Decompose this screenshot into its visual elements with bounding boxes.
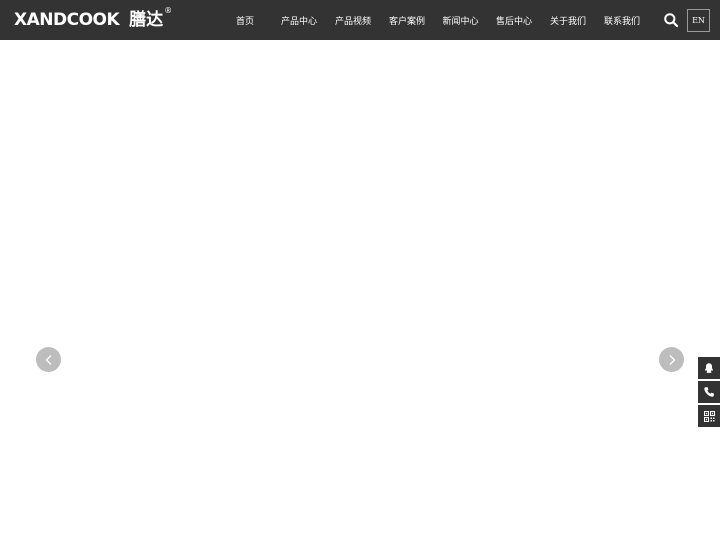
carousel-next-button[interactable] xyxy=(659,347,684,372)
side-float-toolbar xyxy=(698,357,720,429)
qq-icon xyxy=(705,363,713,373)
nav-item-cases[interactable]: 客户案例 xyxy=(380,14,434,27)
hero-carousel xyxy=(0,40,720,540)
nav-item-contact[interactable]: 联系我们 xyxy=(595,14,649,27)
search-button[interactable] xyxy=(663,12,679,28)
language-switch-button[interactable]: EN xyxy=(687,9,710,32)
page: XANDCOOK 膳达 ® 首页 产品中心 产品视频 客户案例 新闻中心 售后中… xyxy=(0,0,720,540)
nav-item-after-sales[interactable]: 售后中心 xyxy=(487,14,541,27)
logo-chinese-name: 膳达 xyxy=(129,10,164,30)
header-bar: XANDCOOK 膳达 ® 首页 产品中心 产品视频 客户案例 新闻中心 售后中… xyxy=(0,0,720,40)
chevron-left-icon xyxy=(45,354,51,365)
chevron-right-icon xyxy=(669,354,675,365)
site-logo[interactable]: XANDCOOK 膳达 ® xyxy=(14,6,173,32)
main-nav: 首页 产品中心 产品视频 客户案例 新闻中心 售后中心 关于我们 联系我们 xyxy=(218,0,649,40)
nav-item-home[interactable]: 首页 xyxy=(218,14,272,27)
qrcode-icon xyxy=(703,410,715,422)
carousel-prev-button[interactable] xyxy=(36,347,61,372)
phone-icon xyxy=(704,387,714,397)
logo-wordmark: XANDCOOK xyxy=(14,10,120,30)
search-icon xyxy=(664,13,679,28)
nav-item-news[interactable]: 新闻中心 xyxy=(434,14,487,27)
qrcode-button[interactable] xyxy=(698,405,720,427)
phone-contact-button[interactable] xyxy=(698,381,720,403)
nav-item-product-videos[interactable]: 产品视频 xyxy=(326,14,380,27)
registered-mark: ® xyxy=(164,6,173,15)
nav-item-products[interactable]: 产品中心 xyxy=(272,14,326,27)
qq-contact-button[interactable] xyxy=(698,357,720,379)
nav-item-about[interactable]: 关于我们 xyxy=(541,14,595,27)
